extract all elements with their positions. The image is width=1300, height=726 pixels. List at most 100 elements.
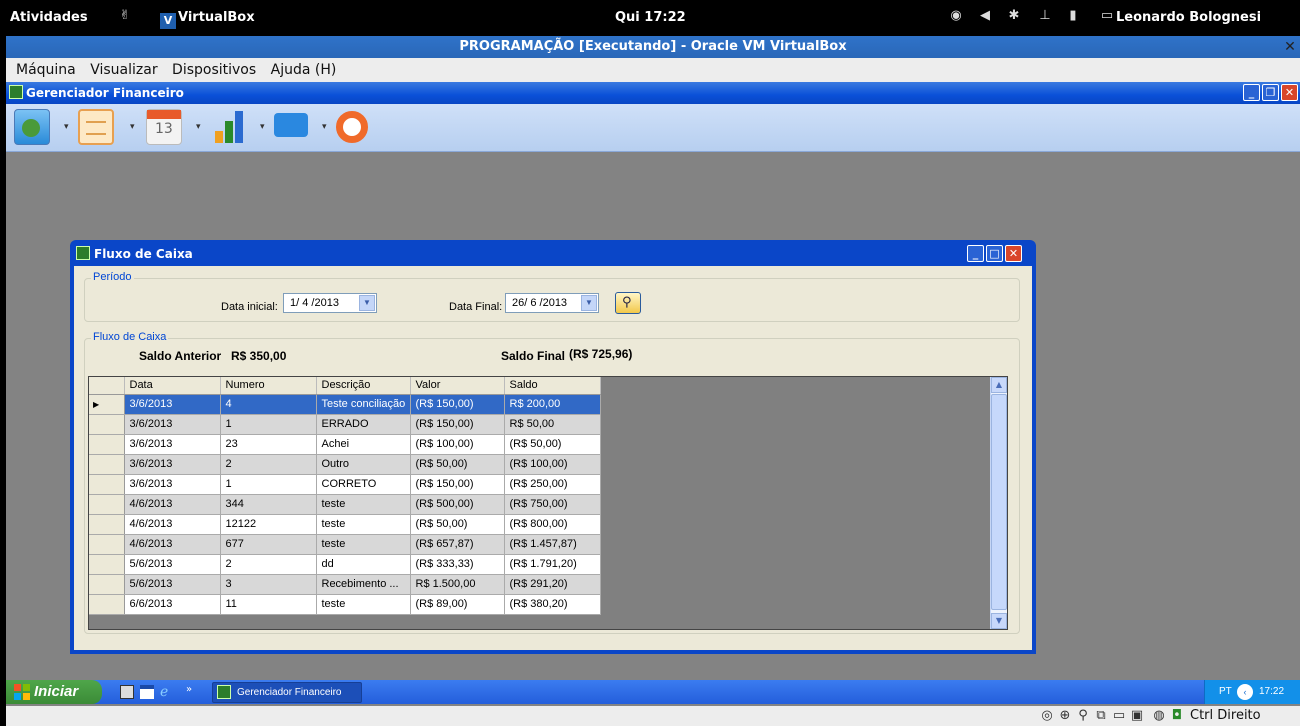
notepad-dropdown-icon[interactable]: ▾ bbox=[130, 123, 136, 132]
usb-icon[interactable]: ⚲ bbox=[1076, 709, 1090, 723]
cell-numero[interactable]: 344 bbox=[220, 494, 317, 515]
chat-bubble-icon[interactable] bbox=[272, 109, 308, 145]
network-adapter-icon[interactable]: ⧉ bbox=[1094, 709, 1108, 723]
cell-saldo[interactable]: (R$ 750,00) bbox=[504, 494, 601, 515]
cell-saldo[interactable]: (R$ 1.457,87) bbox=[504, 534, 601, 555]
menu-maquina[interactable]: Máquina bbox=[16, 58, 76, 82]
mouse-integration-icon[interactable]: ◘ bbox=[1170, 709, 1184, 723]
cell-descricao[interactable]: dd bbox=[316, 554, 411, 575]
cell-descricao[interactable]: ERRADO bbox=[316, 414, 411, 435]
cell-descricao[interactable]: Recebimento ... bbox=[316, 574, 411, 595]
tray-arrow-icon[interactable]: ‹ bbox=[1237, 684, 1253, 700]
cell-saldo[interactable]: (R$ 380,20) bbox=[504, 594, 601, 615]
lifebuoy-help-icon[interactable] bbox=[334, 109, 370, 145]
fluxo-minimize-button[interactable]: _ bbox=[967, 245, 984, 262]
row-header[interactable] bbox=[89, 514, 125, 535]
row-header[interactable] bbox=[89, 434, 125, 455]
cell-numero[interactable]: 23 bbox=[220, 434, 317, 455]
cell-data[interactable]: 4/6/2013 bbox=[124, 494, 221, 515]
cell-numero[interactable]: 11 bbox=[220, 594, 317, 615]
start-button[interactable]: Iniciar bbox=[6, 680, 102, 704]
cell-valor[interactable]: (R$ 150,00) bbox=[410, 474, 505, 495]
column-header-descricao[interactable]: Descrição bbox=[316, 377, 411, 395]
fluxo-close-button[interactable]: ✕ bbox=[1005, 245, 1022, 262]
cell-descricao[interactable]: Outro bbox=[316, 454, 411, 475]
cell-saldo[interactable]: (R$ 100,00) bbox=[504, 454, 601, 475]
bluetooth-icon[interactable]: ✱ bbox=[1007, 9, 1021, 23]
cell-numero[interactable]: 2 bbox=[220, 454, 317, 475]
scroll-down-icon[interactable]: ▼ bbox=[991, 613, 1007, 629]
table-row[interactable]: 3/6/2013 1 CORRETO (R$ 150,00) (R$ 250,00) bbox=[89, 474, 601, 495]
table-row[interactable]: 4/6/2013 344 teste (R$ 500,00) (R$ 750,00) bbox=[89, 494, 601, 515]
table-row[interactable]: 6/6/2013 11 teste (R$ 89,00) (R$ 380,20) bbox=[89, 594, 601, 615]
app-restore-button[interactable]: ❐ bbox=[1262, 84, 1279, 101]
cell-descricao[interactable]: Achei bbox=[316, 434, 411, 455]
display-icon[interactable]: ▣ bbox=[1130, 709, 1144, 723]
cell-saldo[interactable]: (R$ 50,00) bbox=[504, 434, 601, 455]
cell-valor[interactable]: (R$ 50,00) bbox=[410, 514, 505, 535]
row-header[interactable]: ▶ bbox=[89, 394, 125, 415]
desktop-quicklaunch-icon[interactable] bbox=[140, 685, 154, 699]
cell-valor[interactable]: (R$ 100,00) bbox=[410, 434, 505, 455]
calendar-icon[interactable]: 13 bbox=[146, 109, 182, 145]
fluxo-grid[interactable]: Data Numero Descrição Valor Saldo ▶ 3/6/2… bbox=[88, 376, 1008, 630]
app-close-button[interactable]: ✕ bbox=[1281, 84, 1298, 101]
menu-ajuda[interactable]: Ajuda (H) bbox=[271, 58, 337, 82]
column-header-numero[interactable]: Numero bbox=[220, 377, 317, 395]
cell-numero[interactable]: 12122 bbox=[220, 514, 317, 535]
table-row[interactable]: 3/6/2013 1 ERRADO (R$ 150,00) R$ 50,00 bbox=[89, 414, 601, 435]
menu-visualizar[interactable]: Visualizar bbox=[90, 58, 157, 82]
cell-data[interactable]: 6/6/2013 bbox=[124, 594, 221, 615]
cell-numero[interactable]: 2 bbox=[220, 554, 317, 575]
cell-data[interactable]: 3/6/2013 bbox=[124, 474, 221, 495]
row-header[interactable] bbox=[89, 414, 125, 435]
row-header[interactable] bbox=[89, 494, 125, 515]
cell-data[interactable]: 4/6/2013 bbox=[124, 514, 221, 535]
bar-chart-icon[interactable] bbox=[211, 109, 247, 145]
vertical-scrollbar[interactable]: ▲ ▼ bbox=[990, 377, 1007, 629]
cell-valor[interactable]: R$ 1.500,00 bbox=[410, 574, 505, 595]
cell-valor[interactable]: (R$ 150,00) bbox=[410, 394, 505, 415]
table-row[interactable]: 5/6/2013 2 dd (R$ 333,33) (R$ 1.791,20) bbox=[89, 554, 601, 575]
globe-dropdown-icon[interactable]: ▾ bbox=[64, 123, 70, 132]
cell-data[interactable]: 3/6/2013 bbox=[124, 394, 221, 415]
search-button[interactable]: ⚲ bbox=[615, 292, 641, 314]
chevron-down-icon[interactable]: ▼ bbox=[359, 295, 375, 311]
cell-numero[interactable]: 3 bbox=[220, 574, 317, 595]
taskbar-app-button[interactable]: Gerenciador Financeiro bbox=[212, 682, 362, 703]
cell-data[interactable]: 5/6/2013 bbox=[124, 554, 221, 575]
row-header[interactable] bbox=[89, 474, 125, 495]
cell-valor[interactable]: (R$ 150,00) bbox=[410, 414, 505, 435]
table-row[interactable]: 3/6/2013 2 Outro (R$ 50,00) (R$ 100,00) bbox=[89, 454, 601, 475]
calculator-quicklaunch-icon[interactable] bbox=[120, 685, 134, 699]
cell-descricao[interactable]: teste bbox=[316, 534, 411, 555]
row-header[interactable] bbox=[89, 534, 125, 555]
cell-descricao[interactable]: teste bbox=[316, 514, 411, 535]
data-final-picker[interactable]: 26/ 6 /2013 ▼ bbox=[505, 293, 599, 313]
cell-saldo[interactable]: R$ 200,00 bbox=[504, 394, 601, 415]
cell-numero[interactable]: 4 bbox=[220, 394, 317, 415]
column-header-valor[interactable]: Valor bbox=[410, 377, 505, 395]
user-menu[interactable]: Leonardo Bolognesi bbox=[1116, 10, 1261, 25]
row-header[interactable] bbox=[89, 574, 125, 595]
cell-valor[interactable]: (R$ 500,00) bbox=[410, 494, 505, 515]
cell-valor[interactable]: (R$ 89,00) bbox=[410, 594, 505, 615]
cell-numero[interactable]: 1 bbox=[220, 414, 317, 435]
cell-valor[interactable]: (R$ 50,00) bbox=[410, 454, 505, 475]
cell-data[interactable]: 3/6/2013 bbox=[124, 434, 221, 455]
activities-button[interactable]: Atividades bbox=[10, 10, 88, 25]
battery-icon[interactable]: ▮ bbox=[1066, 9, 1080, 23]
row-header[interactable] bbox=[89, 454, 125, 475]
cell-descricao[interactable]: teste bbox=[316, 494, 411, 515]
cell-numero[interactable]: 1 bbox=[220, 474, 317, 495]
cell-valor[interactable]: (R$ 657,87) bbox=[410, 534, 505, 555]
cd-icon[interactable]: ⊕ bbox=[1058, 709, 1072, 723]
row-header[interactable] bbox=[89, 594, 125, 615]
fluxo-maximize-button[interactable]: □ bbox=[986, 245, 1003, 262]
scroll-thumb[interactable] bbox=[991, 394, 1007, 610]
chevron-down-icon[interactable]: ▼ bbox=[581, 295, 597, 311]
top-clock[interactable]: Qui 17:22 bbox=[615, 10, 686, 25]
column-header-saldo[interactable]: Saldo bbox=[504, 377, 601, 395]
language-indicator[interactable]: PT bbox=[1219, 686, 1232, 697]
cell-data[interactable]: 3/6/2013 bbox=[124, 414, 221, 435]
